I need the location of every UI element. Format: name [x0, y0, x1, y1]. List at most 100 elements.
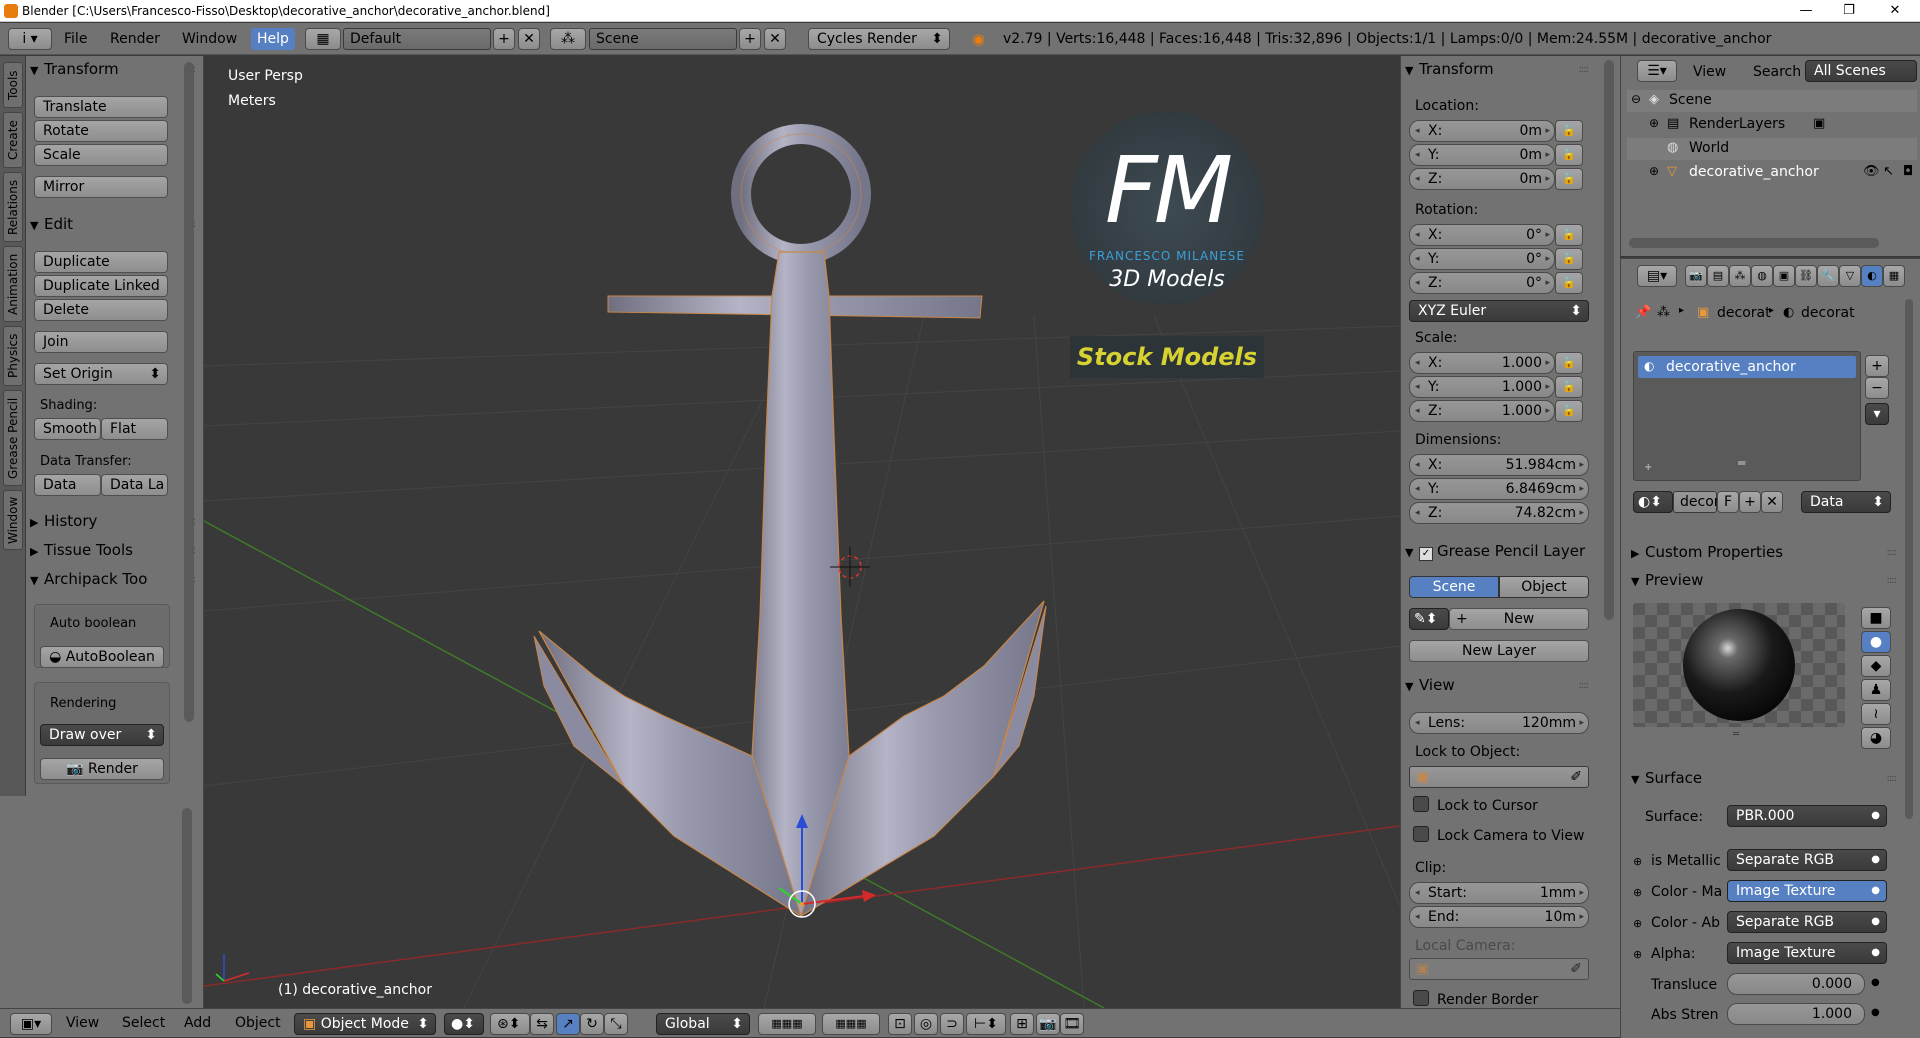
lock-icon[interactable]: 🔓: [1555, 352, 1583, 374]
gp-new-layer-button[interactable]: New Layer: [1409, 640, 1589, 662]
render-tab-icon[interactable]: 📷: [1685, 265, 1707, 287]
duplicate-button[interactable]: Duplicate: [34, 251, 168, 273]
rotation-x-field[interactable]: ◂ X: 0° ▸: [1409, 224, 1555, 246]
panel-grip-icon[interactable]: ::::: [1579, 64, 1590, 75]
menu-window[interactable]: Window: [182, 31, 237, 47]
tab-create[interactable]: Create: [3, 112, 23, 168]
menu-render[interactable]: Render: [110, 31, 160, 47]
tab-grease-pencil[interactable]: Grease Pencil: [3, 390, 23, 486]
render-engine-dropdown[interactable]: Cycles Render ⬍: [808, 28, 950, 50]
opengl-render-icon[interactable]: 📷: [1036, 1013, 1060, 1035]
duplicate-linked-button[interactable]: Duplicate Linked: [34, 275, 168, 297]
rotation-y-field[interactable]: ◂ Y: 0° ▸: [1409, 248, 1555, 270]
outliner-search-menu[interactable]: Search: [1753, 64, 1801, 80]
new-material-icon[interactable]: +: [1739, 491, 1761, 513]
manipulator-toggle-icon[interactable]: ⇆: [530, 1013, 554, 1035]
is-metallic-input[interactable]: Separate RGB ●: [1727, 849, 1887, 871]
rotation-z-field[interactable]: ◂ Z: 0° ▸: [1409, 272, 1555, 294]
object-tab-icon[interactable]: ▣: [1773, 265, 1795, 287]
lock-icon[interactable]: 🔓: [1555, 376, 1583, 398]
properties-scrollbar[interactable]: [1905, 299, 1913, 819]
preview-sphere-icon[interactable]: ●: [1861, 631, 1891, 653]
material-slot-item[interactable]: decorative_anchor: [1638, 356, 1856, 378]
material-browse-icon[interactable]: ◐⬍: [1633, 491, 1673, 513]
proportional-edit-icon[interactable]: ◎: [914, 1013, 938, 1035]
expand-icon[interactable]: ⊕: [1633, 948, 1642, 961]
archipack-header[interactable]: ▼ Archipack Too: [30, 568, 147, 590]
opengl-anim-icon[interactable]: 🎞: [1060, 1013, 1084, 1035]
outliner-row-object[interactable]: ⊕ ▽ decorative_anchor 👁 ↖ ◘: [1627, 162, 1917, 184]
draw-over-dropdown[interactable]: Draw over ⬍: [40, 724, 164, 746]
data-tab-icon[interactable]: ▽: [1839, 265, 1861, 287]
abs-strength-field[interactable]: 1.000: [1727, 1003, 1865, 1025]
scene-field[interactable]: Scene: [589, 28, 737, 50]
scale-y-field[interactable]: ◂ Y: 1.000 ▸: [1409, 376, 1555, 398]
lower-scrollbar[interactable]: [182, 808, 192, 1004]
translate-manipulator-icon[interactable]: ↗: [556, 1013, 580, 1035]
history-panel-header[interactable]: ▶ History: [30, 510, 97, 532]
lock-icon[interactable]: 🔓: [1555, 168, 1583, 190]
eyedropper-icon[interactable]: ✐: [1570, 767, 1582, 787]
display-mode-dropdown[interactable]: All Scenes: [1805, 60, 1917, 82]
add-slot-icon[interactable]: +: [1644, 462, 1652, 473]
gp-object-tab[interactable]: Object: [1499, 576, 1589, 598]
add-scene-icon[interactable]: +: [739, 28, 761, 50]
properties-editor-icon[interactable]: ▤▾: [1637, 265, 1677, 287]
autoboolean-button[interactable]: ◒ AutoBoolean: [40, 646, 164, 668]
delete-button[interactable]: Delete: [34, 299, 168, 321]
lock-icon[interactable]: 🔓: [1555, 272, 1583, 294]
custom-properties-header[interactable]: ▶ Custom Properties: [1631, 541, 1783, 563]
tab-animation[interactable]: Animation: [3, 246, 23, 322]
surface-header[interactable]: ▼ Surface: [1631, 767, 1702, 789]
layers-grid-icon[interactable]: ▦▦▦: [758, 1013, 816, 1035]
lock-object-field[interactable]: ▣ ✐: [1409, 766, 1589, 788]
layout-icon[interactable]: ▦: [305, 28, 341, 50]
minimize-button[interactable]: —: [1783, 0, 1829, 22]
menu-help[interactable]: Help: [251, 28, 295, 50]
layers-tab-icon[interactable]: ▤: [1707, 265, 1729, 287]
outliner-row-world[interactable]: ◍ World: [1627, 138, 1917, 160]
lens-field[interactable]: ◂ Lens: 120mm ▸: [1409, 712, 1589, 734]
modifiers-tab-icon[interactable]: 🔧: [1817, 265, 1839, 287]
menu-file[interactable]: File: [64, 31, 87, 47]
preview-resize-icon[interactable]: ═: [1733, 729, 1739, 740]
smooth-button[interactable]: Smooth: [34, 418, 101, 440]
snap-icon[interactable]: ⊃: [940, 1013, 964, 1035]
transform-header[interactable]: ▼ Transform: [1405, 58, 1494, 80]
rotate-button[interactable]: Rotate: [34, 120, 168, 142]
lock-layers-icon[interactable]: ⊡: [888, 1013, 912, 1035]
mirror-button[interactable]: Mirror: [34, 176, 168, 198]
panel-grip-icon[interactable]: ::::: [1887, 575, 1898, 586]
lock-icon[interactable]: 🔓: [1555, 144, 1583, 166]
outliner-editor-icon[interactable]: ☰▾: [1637, 60, 1677, 82]
add-layout-icon[interactable]: +: [493, 28, 515, 50]
eyedropper-icon[interactable]: ✐: [1570, 959, 1582, 979]
rotation-mode-dropdown[interactable]: XYZ Euler ⬍: [1409, 300, 1589, 322]
location-y-field[interactable]: ◂ Y: 0m ▸: [1409, 144, 1555, 166]
snap-element-icon[interactable]: ⊢⬍: [966, 1013, 1006, 1035]
link-dropdown[interactable]: Data ⬍: [1801, 491, 1891, 513]
preview-monkey-icon[interactable]: ♟: [1861, 679, 1891, 701]
world-tab-icon[interactable]: ◍: [1751, 265, 1773, 287]
expand-icon[interactable]: ⊕: [1633, 855, 1642, 868]
socket-icon[interactable]: ●: [1871, 977, 1880, 988]
shading-mode-icon[interactable]: ●⬍: [444, 1013, 484, 1035]
dimension-z-field[interactable]: ◂ Z: 74.82cm ▸: [1409, 502, 1589, 524]
join-button[interactable]: Join: [34, 331, 168, 353]
color-ma-input[interactable]: Image Texture ●: [1727, 880, 1887, 902]
scale-manipulator-icon[interactable]: ⤡: [604, 1013, 628, 1035]
transluce-field[interactable]: 0.000: [1727, 973, 1865, 995]
resize-handle-icon[interactable]: ═: [1738, 456, 1745, 470]
color-ab-input[interactable]: Separate RGB ●: [1727, 911, 1887, 933]
pin-icon[interactable]: 📌: [1635, 305, 1651, 320]
pencil-icon[interactable]: ✎⬍: [1409, 608, 1449, 630]
tab-window[interactable]: Window: [3, 490, 23, 550]
preview-hair-icon[interactable]: ≀: [1861, 703, 1891, 725]
remove-slot-button[interactable]: −: [1865, 377, 1889, 399]
layers-grid-icon[interactable]: ▦▦▦: [822, 1013, 880, 1035]
pivot-point-icon[interactable]: ⊛⬍: [490, 1013, 530, 1035]
info-editor-icon[interactable]: i ▾: [8, 28, 52, 50]
orientation-dropdown[interactable]: Global ⬍: [656, 1013, 750, 1035]
lock-icon[interactable]: 🔓: [1555, 248, 1583, 270]
translate-button[interactable]: Translate: [34, 96, 168, 118]
